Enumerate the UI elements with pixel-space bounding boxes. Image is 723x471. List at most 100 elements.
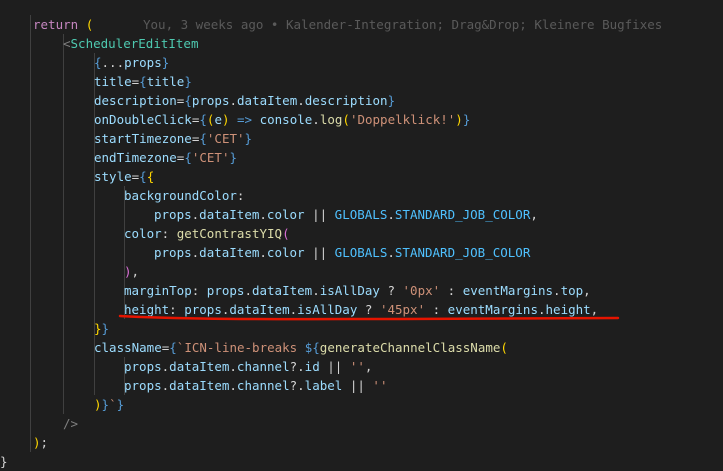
code-token: height: [124, 302, 170, 317]
code-token: props: [124, 378, 162, 393]
code-token: .: [259, 245, 267, 260]
code-token: :: [169, 302, 185, 317]
code-line[interactable]: title={title}: [94, 72, 192, 91]
code-token: SchedulerEditItem: [70, 36, 199, 51]
code-token: {: [94, 55, 102, 70]
code-token: {: [184, 150, 192, 165]
code-token: log: [319, 112, 343, 127]
code-line[interactable]: className={`ICN-line-breaks ${generateCh…: [94, 338, 508, 357]
code-token: `ICN-line-breaks: [176, 340, 305, 355]
code-token: :: [425, 302, 448, 317]
code-token: color: [266, 207, 305, 222]
code-token: className: [94, 340, 162, 355]
code-token: '45px': [379, 302, 426, 317]
code-token: props: [154, 245, 192, 260]
code-token: (: [342, 112, 350, 127]
code-token: .: [229, 378, 237, 393]
code-token: isAllDay: [297, 302, 358, 317]
code-line[interactable]: )}`}: [94, 395, 124, 414]
code-token: title: [94, 74, 132, 89]
code-token: }: [0, 454, 8, 469]
code-token: GLOBALS: [334, 245, 388, 260]
code-token: color: [266, 245, 305, 260]
code-line[interactable]: props.dataItem.channel?.label || '': [124, 376, 387, 395]
code-line[interactable]: color: getContrastYIQ(: [124, 224, 290, 243]
code-token: style: [94, 169, 132, 184]
code-line[interactable]: description={props.dataItem.description}: [94, 91, 395, 110]
code-token: .: [387, 207, 395, 222]
code-token: {: [169, 340, 177, 355]
indent-guide: [63, 34, 64, 414]
code-line[interactable]: onDoubleClick={(e) => console.log('Doppe…: [94, 110, 470, 129]
code-token: id: [304, 359, 320, 374]
code-token: }: [116, 397, 125, 412]
code-token: .: [297, 93, 305, 108]
code-line[interactable]: }: [0, 452, 8, 471]
code-line[interactable]: }}: [94, 319, 109, 338]
code-token: (: [282, 226, 290, 241]
code-token: return: [33, 17, 79, 32]
code-token: generateChannelClassName: [319, 340, 501, 355]
code-token: ...: [101, 55, 125, 70]
code-token: ;: [40, 435, 49, 450]
code-editor[interactable]: return (<SchedulerEditItem {...props} titl…: [0, 0, 723, 469]
code-token: =>: [229, 112, 260, 127]
code-token: dataItem: [199, 245, 260, 260]
code-token: }: [387, 93, 396, 108]
code-token: <: [63, 36, 71, 51]
code-token: 'Doppelklick!': [349, 112, 456, 127]
code-token: {: [184, 93, 192, 108]
code-line[interactable]: backgroundColor:: [124, 186, 244, 205]
code-line[interactable]: {...props}: [94, 53, 169, 72]
code-token: }: [94, 321, 102, 336]
code-token: .: [312, 112, 320, 127]
code-line[interactable]: startTimezone={'CET'}: [94, 129, 252, 148]
code-token: :: [440, 283, 463, 298]
code-line[interactable]: endTimezone={'CET'}: [94, 148, 237, 167]
code-token: endTimezone: [94, 150, 177, 165]
git-blame-annotation: You, 3 weeks ago • Kalender-Integration;…: [143, 17, 663, 32]
code-line[interactable]: return (: [33, 15, 93, 34]
code-token: props: [191, 93, 230, 108]
code-token: }: [462, 112, 471, 127]
code-token: {: [139, 74, 147, 89]
code-line[interactable]: <SchedulerEditItem: [63, 34, 198, 53]
code-token: 'CET': [206, 131, 245, 146]
code-token: ${: [304, 340, 320, 355]
code-token: props: [206, 283, 245, 298]
code-token: '': [372, 378, 388, 393]
indent-guide: [30, 15, 31, 452]
code-line[interactable]: props.dataItem.channel?.id || '',: [124, 357, 372, 376]
code-token: color: [124, 226, 162, 241]
code-token: `: [109, 397, 117, 412]
code-line[interactable]: />: [63, 414, 78, 433]
code-token: />: [63, 416, 79, 431]
code-line[interactable]: props.dataItem.color || GLOBALS.STANDARD…: [154, 205, 538, 224]
code-token: props: [154, 207, 192, 222]
code-line[interactable]: marginTop: props.dataItem.isAllDay ? '0p…: [124, 281, 591, 300]
code-token: ||: [342, 378, 373, 393]
code-token: (: [85, 17, 94, 32]
code-token: ,: [530, 207, 538, 222]
code-line[interactable]: ),: [124, 262, 139, 281]
code-token: .: [312, 283, 320, 298]
code-line[interactable]: );: [33, 433, 48, 452]
code-token: .: [387, 245, 395, 260]
code-token: .: [537, 302, 546, 317]
code-token: dataItem: [251, 283, 313, 298]
code-line[interactable]: props.dataItem.color || GLOBALS.STANDARD…: [154, 243, 530, 262]
code-token: ,: [131, 264, 140, 279]
code-token: STANDARD_JOB_COLOR: [394, 207, 531, 222]
code-token: :: [161, 226, 177, 241]
code-line[interactable]: height: props.dataItem.isAllDay ? '45px'…: [124, 300, 598, 319]
code-token: props: [184, 302, 222, 317]
code-token: }: [161, 55, 170, 70]
code-token: ): [124, 264, 132, 279]
code-token: GLOBALS: [334, 207, 388, 222]
code-line[interactable]: style={{: [94, 167, 154, 186]
code-token: channel: [236, 359, 290, 374]
code-token: :: [236, 188, 245, 203]
code-token: description: [94, 93, 177, 108]
code-token: eventMargins: [462, 283, 554, 298]
